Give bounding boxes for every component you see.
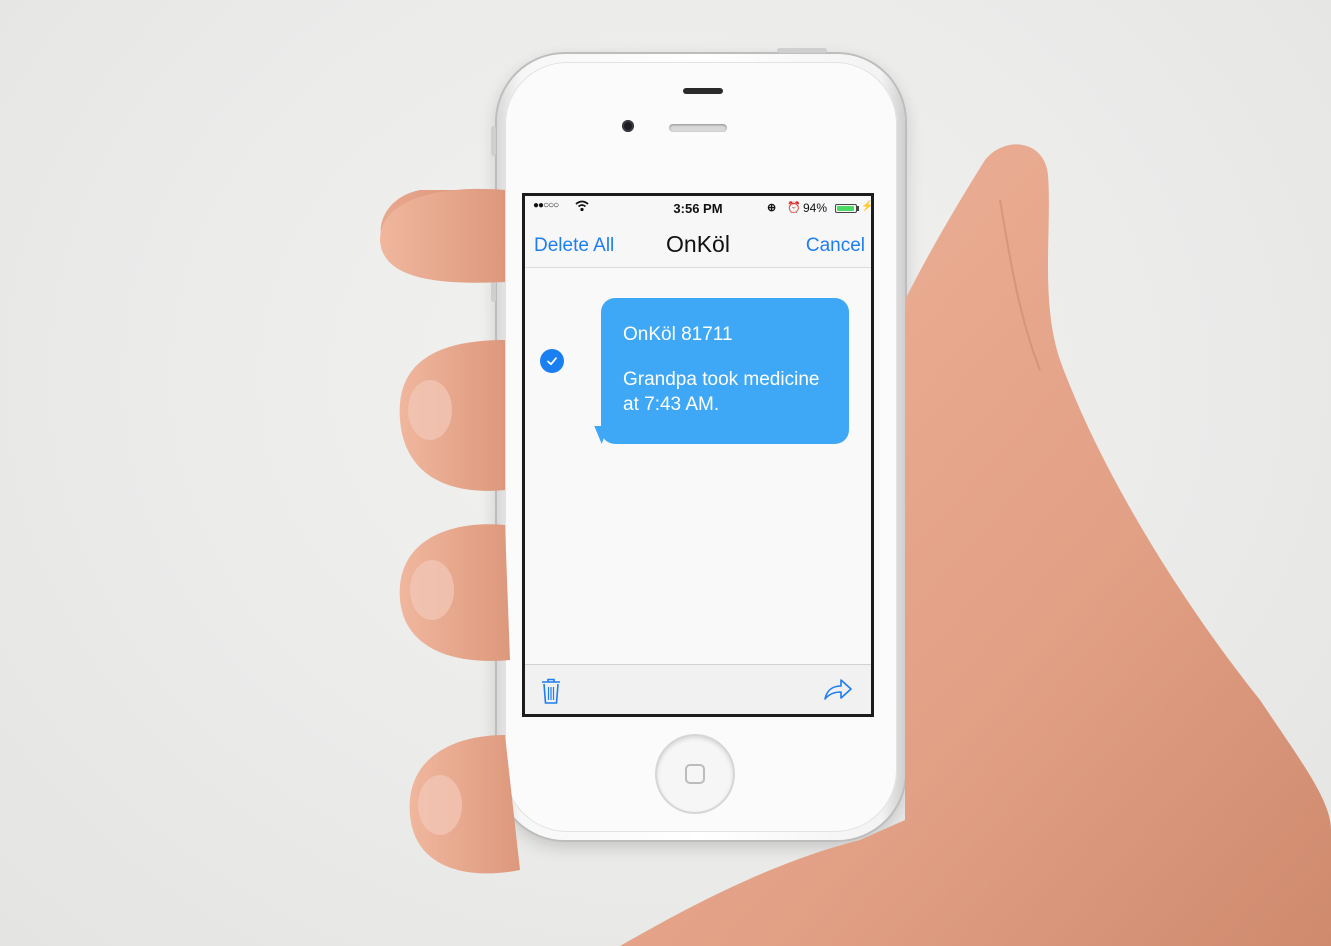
message-select-checkbox[interactable] <box>540 349 564 373</box>
cancel-button[interactable]: Cancel <box>806 235 865 257</box>
finger-middle <box>399 340 505 491</box>
home-square-icon <box>685 764 705 784</box>
mute-switch <box>491 126 496 156</box>
trash-icon[interactable] <box>540 677 562 705</box>
battery-fill <box>837 206 854 211</box>
speaker-grille <box>669 124 727 132</box>
forward-icon[interactable] <box>823 677 853 703</box>
battery-icon <box>835 204 857 213</box>
power-button <box>777 48 827 53</box>
volume-down-button <box>491 276 496 302</box>
home-button[interactable] <box>657 736 733 812</box>
alarm-icon: ⏰ <box>787 202 801 214</box>
status-bar: ●●○○○ 3:56 PM ⊕ ⏰ 94% ⚡ <box>525 196 871 220</box>
volume-up-button <box>491 204 496 230</box>
message-sender-line: OnKöl 81711 <box>623 324 733 345</box>
nav-bar: Delete All OnKöl Cancel <box>525 220 871 268</box>
message-list: OnKöl 81711 Grandpa took medicine at 7:4… <box>525 268 871 664</box>
front-camera <box>622 120 634 132</box>
message-bubble[interactable]: OnKöl 81711 Grandpa took medicine at 7:4… <box>601 298 849 444</box>
rotation-lock-icon: ⊕ <box>767 202 777 214</box>
bottom-toolbar <box>525 664 871 714</box>
message-text-line: at 7:43 AM. <box>623 394 720 415</box>
finger-index <box>380 188 505 283</box>
checkmark-icon <box>547 357 557 366</box>
battery-tip <box>857 206 859 211</box>
finger-ring <box>399 524 510 661</box>
phone-screen: ●●○○○ 3:56 PM ⊕ ⏰ 94% ⚡ Delete All OnKöl… <box>522 193 874 717</box>
message-text-line: Grandpa took medicine <box>623 369 820 390</box>
earpiece <box>683 88 723 94</box>
battery-percent: 94% <box>803 201 828 215</box>
photo-scene: ●●○○○ 3:56 PM ⊕ ⏰ 94% ⚡ Delete All OnKöl… <box>0 0 1331 946</box>
charging-bolt-icon: ⚡ <box>861 201 874 212</box>
